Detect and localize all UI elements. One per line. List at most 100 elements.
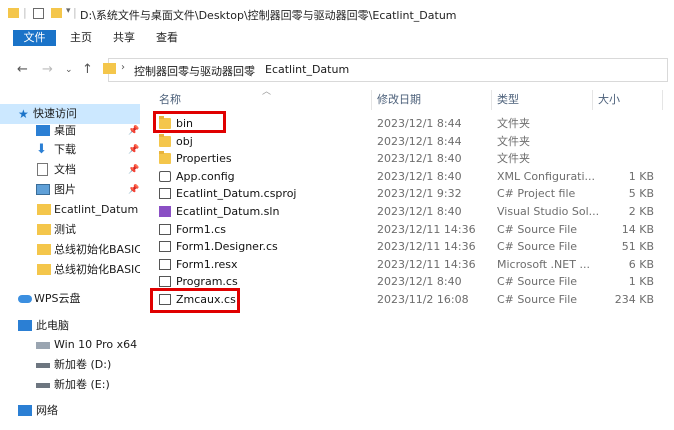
computer-icon: [18, 320, 32, 331]
sidebar-item-desktop[interactable]: 桌面 📌: [0, 121, 140, 141]
file-type: 文件夹: [497, 117, 530, 130]
folder-icon: [37, 244, 51, 255]
sidebar-item-label: 总线初始化BASIC程: [54, 243, 140, 256]
pictures-icon: [36, 184, 50, 195]
breadcrumb-item[interactable]: Ecatlint_Datum: [265, 63, 349, 76]
folder-icon: [37, 204, 51, 215]
file-date: 2023/11/2 16:08: [377, 293, 469, 306]
file-name: Ecatlint_Datum.csproj: [176, 187, 297, 201]
sidebar-item-drive-e[interactable]: 新加卷 (E:): [0, 375, 140, 395]
file-row[interactable]: bin 2023/12/1 8:44 文件夹: [150, 115, 665, 133]
column-divider[interactable]: [491, 90, 492, 110]
file-row[interactable]: Properties 2023/12/1 8:40 文件夹: [150, 150, 665, 168]
file-type: XML Configurati...: [497, 169, 596, 183]
up-arrow-icon[interactable]: ↑: [82, 62, 93, 77]
column-divider[interactable]: [662, 90, 663, 110]
sort-up-icon: ︿: [262, 87, 272, 97]
separator: |: [23, 6, 27, 19]
file-size: 6 KB: [628, 257, 654, 271]
file-name: Form1.cs: [176, 222, 226, 236]
column-header-size[interactable]: 大小: [598, 91, 620, 109]
sidebar-item-pictures[interactable]: 图片 📌: [0, 180, 140, 200]
resx-file-icon: [159, 258, 171, 270]
file-size: 5 KB: [628, 187, 654, 201]
file-row[interactable]: App.config 2023/12/1 8:40 XML Configurati.…: [150, 168, 665, 186]
recent-locations-icon[interactable]: ⌄: [65, 65, 73, 75]
column-header-date[interactable]: 修改日期: [377, 91, 421, 109]
file-date: 2023/12/11 14:36: [377, 222, 476, 236]
sidebar-item-label: 总线初始化BASIC程: [54, 263, 140, 276]
pin-icon: 📌: [128, 185, 140, 195]
file-row[interactable]: Form1.resx 2023/12/11 14:36 Microsoft .NET…: [150, 256, 665, 274]
file-date: 2023/12/11 14:36: [377, 240, 476, 254]
file-row[interactable]: Ecatlint_Datum.csproj 2023/12/1 9:32 C# Pr…: [150, 185, 665, 203]
sidebar-item-label: 图片: [54, 183, 76, 196]
tab-share[interactable]: 共享: [113, 30, 135, 46]
file-size: 51 KB: [621, 240, 654, 254]
back-arrow-icon[interactable]: ←: [17, 62, 28, 77]
file-name: Form1.resx: [176, 257, 238, 271]
properties-icon[interactable]: [33, 8, 44, 19]
sidebar-item-folder[interactable]: Ecatlint_Datum: [0, 200, 140, 220]
file-type: Visual Studio Sol...: [497, 205, 600, 218]
file-size: 234 KB: [614, 293, 654, 306]
sidebar-item-folder[interactable]: 总线初始化BASIC程: [0, 260, 140, 280]
new-folder-icon[interactable]: [51, 8, 62, 18]
sidebar-item-this-pc[interactable]: 此电脑: [0, 316, 140, 336]
window-title: D:\系统文件与桌面文件\Desktop\控制器回零与驱动器回零\Ecatlin…: [80, 9, 457, 22]
folder-icon: [37, 264, 51, 275]
sidebar-item-documents[interactable]: 文档 📌: [0, 160, 140, 180]
cloud-icon: [18, 295, 32, 303]
sidebar-item-folder[interactable]: 总线初始化BASIC程: [0, 240, 140, 260]
column-header-type[interactable]: 类型: [497, 91, 519, 109]
file-row[interactable]: Form1.cs 2023/12/11 14:36 C# Source File 14…: [150, 221, 665, 239]
sidebar-item-drive-d[interactable]: 新加卷 (D:): [0, 355, 140, 375]
sidebar-item-label: 新加卷 (E:): [54, 378, 110, 391]
tab-file[interactable]: 文件: [13, 30, 56, 46]
sidebar-item-wps-cloud[interactable]: WPS云盘: [0, 289, 140, 309]
forward-arrow-icon[interactable]: →: [42, 62, 53, 77]
file-size: 14 KB: [621, 222, 654, 236]
sidebar-item-drive-c[interactable]: Win 10 Pro x64 (C: [0, 335, 140, 355]
desktop-icon: [36, 125, 50, 136]
file-row[interactable]: Form1.Designer.cs 2023/12/11 14:36 C# Sour…: [150, 238, 665, 256]
file-name: Form1.Designer.cs: [176, 240, 278, 254]
file-type: C# Source File: [497, 293, 578, 306]
cs-file-icon: [159, 276, 171, 288]
drive-icon: [36, 363, 50, 368]
sidebar-item-folder[interactable]: 测试: [0, 220, 140, 240]
sidebar-item-label: 新加卷 (D:): [54, 358, 112, 371]
sidebar-item-label: 下载: [54, 143, 76, 156]
sidebar-item-downloads[interactable]: ⬇ 下载 📌: [0, 140, 140, 160]
file-name: obj: [176, 134, 193, 148]
file-type: 文件夹: [497, 152, 530, 166]
folder-icon: [159, 133, 171, 147]
quick-access-dropdown-icon[interactable]: ▾: [66, 6, 71, 16]
file-date: 2023/12/1 9:32: [377, 187, 462, 201]
tab-home[interactable]: 主页: [70, 30, 92, 46]
column-divider[interactable]: [371, 90, 372, 110]
sidebar-item-network[interactable]: 网络: [0, 401, 140, 421]
file-type: C# Source File: [497, 275, 578, 289]
file-type: Microsoft .NET ...: [497, 257, 590, 271]
cs-file-icon: [159, 223, 171, 235]
sidebar-item-label: Ecatlint_Datum: [54, 203, 139, 216]
file-date: 2023/12/11 14:36: [377, 257, 476, 271]
breadcrumb-item[interactable]: 控制器回零与驱动器回零: [134, 63, 255, 79]
tab-view[interactable]: 查看: [156, 30, 178, 46]
file-row[interactable]: Ecatlint_Datum.sln 2023/12/1 8:40 Visual S…: [150, 203, 665, 221]
breadcrumb-chevron-icon: ›: [251, 62, 255, 73]
folder-icon: [159, 151, 171, 165]
highlight-box: [153, 111, 226, 133]
file-row[interactable]: obj 2023/12/1 8:44 文件夹: [150, 133, 665, 151]
highlight-box: [150, 288, 240, 313]
column-divider[interactable]: [592, 90, 593, 110]
column-header-name[interactable]: 名称: [159, 91, 181, 109]
sidebar-item-label: WPS云盘: [34, 292, 81, 305]
folder-icon: [8, 8, 19, 18]
file-size: 1 KB: [628, 275, 654, 289]
file-date: 2023/12/1 8:40: [377, 152, 462, 166]
pin-icon: 📌: [128, 165, 140, 175]
file-type: C# Source File: [497, 222, 578, 236]
sidebar-item-label: 网络: [36, 404, 58, 417]
